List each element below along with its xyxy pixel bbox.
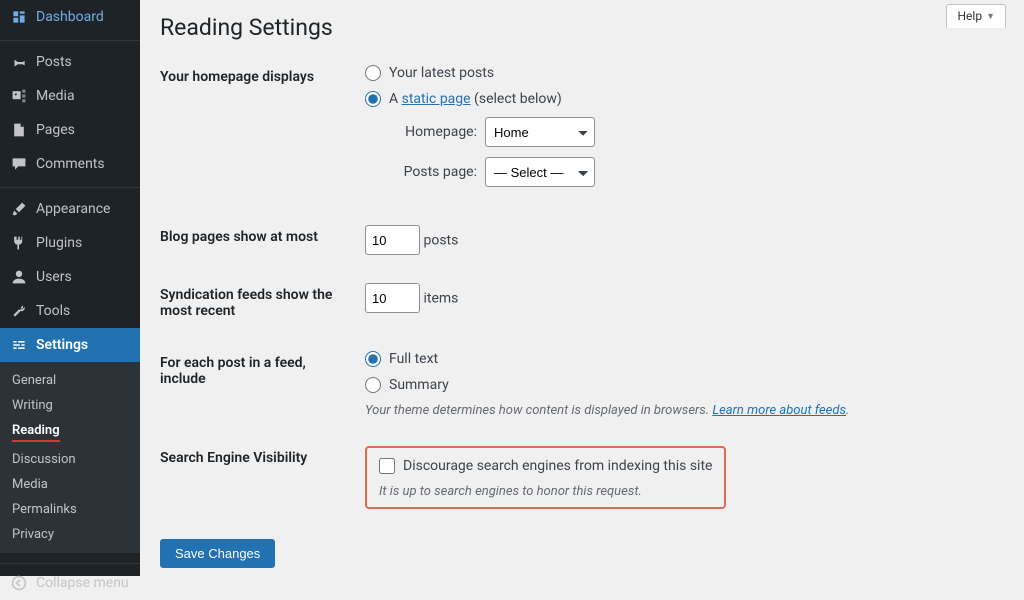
sidebar-item-pages[interactable]: Pages [0, 113, 140, 147]
submenu-item-privacy[interactable]: Privacy [0, 522, 140, 547]
sidebar-item-label: Comments [36, 156, 132, 172]
submenu-label: Permalinks [12, 502, 77, 517]
sidebar-item-media[interactable]: Media [0, 79, 140, 113]
sidebar-item-label: Appearance [36, 201, 132, 217]
collapse-menu[interactable]: Collapse menu [0, 563, 140, 600]
radio-label: A static page (select below) [389, 91, 562, 107]
blog-pages-count-input[interactable] [365, 225, 420, 255]
page-title: Reading Settings [160, 0, 1004, 51]
submenu-label: Privacy [12, 527, 54, 542]
sidebar-item-appearance[interactable]: Appearance [0, 187, 140, 226]
field-label-visibility: Search Engine Visibility [160, 432, 355, 523]
sidebar-item-dashboard[interactable]: Dashboard [0, 0, 140, 34]
submenu-label: Discussion [12, 452, 76, 467]
sidebar-item-label: Dashboard [36, 9, 132, 25]
sidebar-item-tools[interactable]: Tools [0, 294, 140, 328]
help-label: Help [957, 9, 982, 23]
sidebar-item-posts[interactable]: Posts [0, 40, 140, 79]
radio-label: Summary [389, 377, 449, 393]
comment-icon [10, 155, 28, 173]
radio-label: Full text [389, 351, 438, 367]
sidebar-item-label: Tools [36, 303, 132, 319]
main-content: Help ▼ Reading Settings Your homepage di… [140, 0, 1024, 576]
radio-static-page[interactable] [365, 91, 381, 107]
sidebar-item-settings[interactable]: Settings [0, 328, 140, 362]
submenu-label: Media [12, 477, 48, 492]
plug-icon [10, 234, 28, 252]
checkbox-label: Discourage search engines from indexing … [403, 458, 712, 474]
save-changes-button[interactable]: Save Changes [160, 539, 275, 568]
learn-more-feeds-link[interactable]: Learn more about feeds [712, 403, 846, 418]
syndication-count-input[interactable] [365, 283, 420, 313]
dashboard-icon [10, 8, 28, 26]
sidebar-item-label: Pages [36, 122, 132, 138]
submenu-label: Writing [12, 398, 53, 413]
help-tab[interactable]: Help ▼ [946, 4, 1006, 28]
homepage-select-label: Homepage: [389, 124, 477, 140]
collapse-icon [10, 574, 28, 592]
postspage-select[interactable]: — Select — [485, 157, 595, 187]
sidebar-item-label: Users [36, 269, 132, 285]
homepage-select[interactable]: Home [485, 117, 595, 147]
submenu-label: General [12, 373, 56, 388]
sidebar-item-label: Media [36, 88, 132, 104]
pin-icon [10, 53, 28, 71]
visibility-description: It is up to search engines to honor this… [379, 484, 712, 499]
sidebar-item-users[interactable]: Users [0, 260, 140, 294]
settings-submenu: General Writing Reading Discussion Media… [0, 362, 140, 553]
sidebar-item-comments[interactable]: Comments [0, 147, 140, 181]
postspage-select-label: Posts page: [389, 164, 477, 180]
sidebar-item-plugins[interactable]: Plugins [0, 226, 140, 260]
sidebar-item-label: Posts [36, 54, 132, 70]
sliders-icon [10, 336, 28, 354]
radio-latest-posts[interactable] [365, 65, 381, 81]
suffix-label: items [423, 291, 458, 307]
settings-form: Your homepage displays Your latest posts… [160, 51, 1004, 523]
admin-sidebar: Dashboard Posts Media Pages Comments App… [0, 0, 140, 576]
radio-full-text[interactable] [365, 351, 381, 367]
static-page-link[interactable]: static page [402, 91, 471, 107]
media-icon [10, 87, 28, 105]
field-label-homepage: Your homepage displays [160, 51, 355, 211]
submenu-item-discussion[interactable]: Discussion [0, 447, 140, 472]
collapse-label: Collapse menu [36, 575, 132, 591]
submenu-item-general[interactable]: General [0, 368, 140, 393]
submenu-item-writing[interactable]: Writing [0, 393, 140, 418]
submenu-item-permalinks[interactable]: Permalinks [0, 497, 140, 522]
radio-summary[interactable] [365, 377, 381, 393]
field-label-blogpages: Blog pages show at most [160, 211, 355, 269]
sidebar-item-label: Plugins [36, 235, 132, 251]
field-label-syndication: Syndication feeds show the most recent [160, 269, 355, 337]
discourage-search-checkbox[interactable] [379, 458, 395, 474]
radio-label: Your latest posts [389, 65, 494, 81]
sidebar-item-label: Settings [36, 337, 132, 353]
chevron-down-icon: ▼ [986, 11, 995, 22]
page-icon [10, 121, 28, 139]
suffix-label: posts [423, 233, 458, 249]
wrench-icon [10, 302, 28, 320]
submenu-item-reading[interactable]: Reading [0, 418, 140, 447]
submenu-label: Reading [12, 423, 60, 442]
submenu-item-media[interactable]: Media [0, 472, 140, 497]
feed-description: Your theme determines how content is dis… [365, 403, 994, 418]
visibility-highlight: Discourage search engines from indexing … [365, 446, 726, 509]
brush-icon [10, 200, 28, 218]
user-icon [10, 268, 28, 286]
field-label-feedcontent: For each post in a feed, include [160, 337, 355, 432]
